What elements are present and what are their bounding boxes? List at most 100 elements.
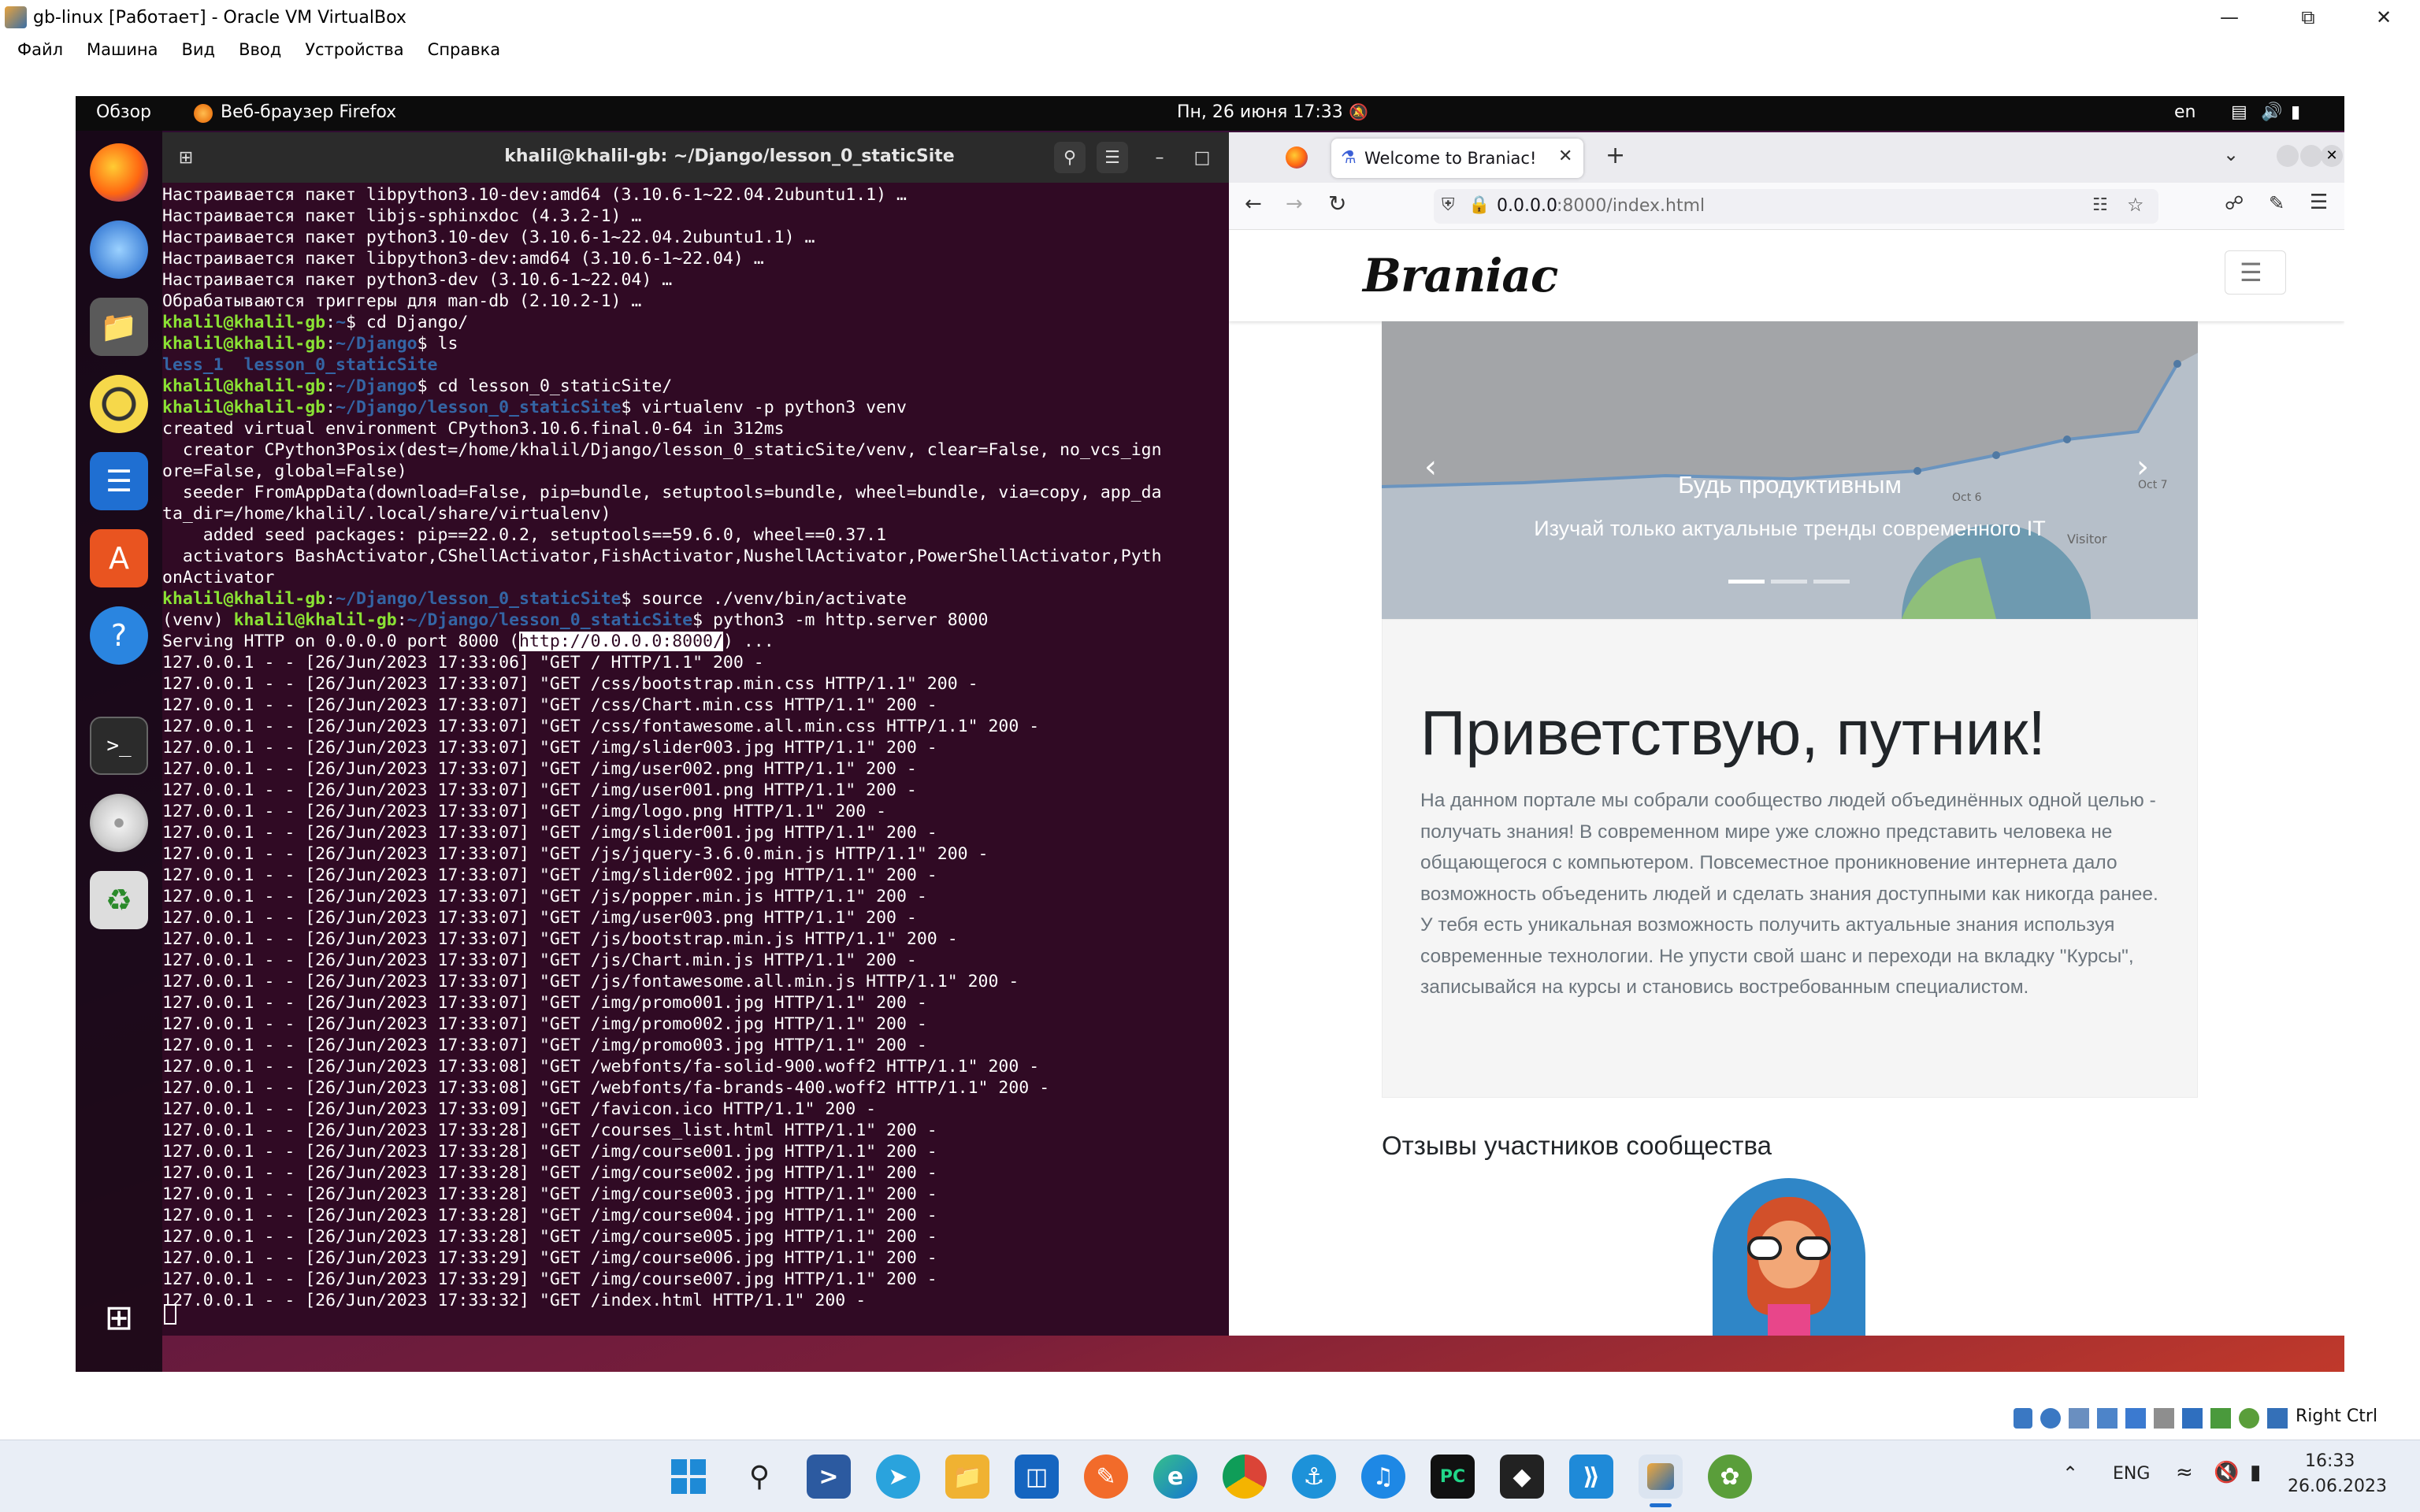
audio-icon[interactable]	[2069, 1408, 2089, 1429]
server-url-link[interactable]: http://0.0.0.0:8000/	[519, 632, 723, 651]
firefox-window[interactable]: ⚗ Welcome to Braniac! ✕ + ⌄ ✕ ← → ↻ ⛨ 🔒 …	[1229, 132, 2344, 1336]
extensions-icon[interactable]: ✎	[2269, 192, 2285, 214]
trello-icon[interactable]: ◫	[1015, 1455, 1059, 1499]
edge-icon[interactable]: e	[1153, 1455, 1197, 1499]
vbox-titlebar: gb-linux [Работает] - Oracle VM VirtualB…	[0, 0, 2420, 35]
guest-screen[interactable]: Обзор Веб-браузер Firefox Пн, 26 июня 17…	[76, 96, 2344, 1372]
menu-help[interactable]: Справка	[428, 40, 501, 59]
carousel[interactable]: Oct 6 Oct 7 Visitor ‹ › Будь продуктивны…	[1382, 321, 2198, 619]
search-icon[interactable]: ⚲	[1054, 142, 1086, 173]
terminal-icon[interactable]: >_	[90, 717, 148, 775]
app-menu-icon[interactable]: ☰	[2310, 191, 2328, 214]
list-tabs-icon[interactable]: ⌄	[2223, 143, 2239, 165]
app-menu[interactable]: Веб-браузер Firefox	[221, 102, 396, 122]
vscode-icon[interactable]: ⟫	[1569, 1455, 1613, 1499]
menu-input[interactable]: Ввод	[239, 40, 281, 59]
files-icon[interactable]: 📁	[90, 298, 148, 356]
hard-disk-icon[interactable]	[2014, 1408, 2032, 1429]
shield-icon[interactable]: ⛨	[1442, 195, 1455, 215]
network-icon[interactable]: ▤	[2231, 102, 2247, 122]
help-icon[interactable]: ?	[90, 606, 148, 665]
web-page[interactable]: Braniac ☰ Oct 6 Oct 7 Visitor ‹ › Будь п…	[1229, 230, 2344, 1336]
clock[interactable]: Пн, 26 июня 17:33	[1177, 102, 1343, 122]
chrome-icon[interactable]	[1223, 1455, 1267, 1499]
usb-icon[interactable]	[2125, 1408, 2146, 1429]
terminal-window[interactable]: ⊞ khalil@khalil-gb: ~/Django/lesson_0_st…	[162, 132, 1297, 1336]
taskbar-date[interactable]: 26.06.2023	[2288, 1477, 2387, 1496]
restore-button[interactable]: ⧉	[2272, 0, 2344, 35]
back-button[interactable]: ←	[1245, 192, 1262, 216]
shared-folders-icon[interactable]	[2154, 1408, 2174, 1429]
firefox-view-icon[interactable]	[1286, 146, 1308, 169]
terminal-text: Настраивается пакет libpython3-dev:amd64…	[162, 249, 764, 269]
cpu-icon[interactable]	[2239, 1408, 2259, 1429]
battery-icon[interactable]: ▮	[2250, 1461, 2261, 1484]
start-button[interactable]	[666, 1455, 711, 1499]
terminal-text: $ ls	[417, 334, 458, 354]
rhythmbox-icon[interactable]	[90, 375, 148, 433]
virtualbox-taskbar-icon[interactable]	[1639, 1455, 1683, 1499]
tab-braniac[interactable]: ⚗ Welcome to Braniac! ✕	[1331, 139, 1583, 178]
wifi-icon[interactable]: ≈	[2176, 1461, 2193, 1484]
carousel-indicator-2[interactable]	[1771, 580, 1807, 584]
navbar-toggler-button[interactable]: ☰	[2225, 250, 2286, 295]
network-adapter-icon[interactable]	[2097, 1408, 2118, 1429]
keyboard-layout[interactable]: en	[2174, 102, 2195, 122]
taskbar-time[interactable]: 16:33	[2305, 1451, 2355, 1471]
map-app-icon[interactable]: ✿	[1708, 1455, 1752, 1499]
reader-view-icon[interactable]: ☷	[2092, 195, 2108, 215]
app-center-icon[interactable]: A	[90, 529, 148, 587]
window-minimize-button[interactable]	[2277, 145, 2299, 167]
window-close-button[interactable]: ✕	[2321, 145, 2343, 167]
maximize-icon[interactable]: □	[1186, 142, 1218, 173]
recording-icon[interactable]	[2210, 1408, 2231, 1429]
mouse-integration-icon[interactable]	[2267, 1408, 2288, 1429]
terminal-output[interactable]: Настраивается пакет libpython3.10-dev:am…	[162, 183, 1297, 1336]
close-tab-icon[interactable]: ✕	[1558, 146, 1572, 166]
menu-devices[interactable]: Устройства	[305, 40, 403, 59]
powershell-icon[interactable]: >	[807, 1455, 851, 1499]
show-hidden-icons[interactable]: ⌃	[2062, 1462, 2078, 1484]
site-logo[interactable]: Braniac	[1363, 249, 1558, 302]
hamburger-menu-icon[interactable]: ☰	[1097, 142, 1128, 173]
battery-icon[interactable]: ▮	[2291, 102, 2300, 122]
terminal-line: onActivator	[162, 567, 274, 588]
carousel-indicator-1[interactable]	[1728, 580, 1765, 584]
language-indicator[interactable]: ENG	[2113, 1464, 2150, 1484]
firefox-icon[interactable]	[90, 143, 148, 202]
show-apps-icon[interactable]: ⊞	[90, 1288, 148, 1347]
libreoffice-writer-icon[interactable]: ☰	[90, 452, 148, 510]
forward-button[interactable]: →	[1286, 192, 1303, 216]
volume-icon[interactable]: 🔊	[2261, 102, 2282, 122]
menu-view[interactable]: Вид	[181, 40, 215, 59]
close-button[interactable]: ✕	[2348, 0, 2420, 35]
url-bar[interactable]: ⛨ 🔒 0.0.0.0 :8000/index.html ☷ ☆	[1434, 189, 2158, 224]
bookmark-star-icon[interactable]: ☆	[2127, 194, 2144, 216]
telegram-icon[interactable]: ➤	[876, 1455, 920, 1499]
do-not-disturb-icon[interactable]: 🔕	[1349, 102, 1368, 121]
window-maximize-button[interactable]	[2300, 145, 2322, 167]
trash-icon[interactable]: ♻	[90, 871, 148, 929]
carousel-indicator-3[interactable]	[1813, 580, 1850, 584]
optical-drive-icon[interactable]	[2040, 1408, 2061, 1429]
new-tab-button[interactable]: +	[1605, 142, 1625, 169]
search-icon[interactable]: ⚲	[737, 1455, 781, 1499]
pycharm-icon[interactable]: PC	[1431, 1455, 1475, 1499]
menu-file[interactable]: Файл	[17, 40, 63, 59]
menu-machine[interactable]: Машина	[87, 40, 158, 59]
sourcetree-icon[interactable]: ◆	[1500, 1455, 1544, 1499]
thunderbird-icon[interactable]	[90, 220, 148, 279]
activities-button[interactable]: Обзор	[96, 102, 151, 122]
display-icon[interactable]	[2182, 1408, 2203, 1429]
minimize-icon[interactable]: –	[1144, 142, 1175, 173]
file-explorer-icon[interactable]: 📁	[945, 1455, 989, 1499]
pocket-icon[interactable]: ☍	[2225, 192, 2244, 214]
lock-icon[interactable]: 🔒	[1468, 195, 1490, 215]
speaker-muted-icon[interactable]: 🔇	[2214, 1461, 2239, 1484]
reload-button[interactable]: ↻	[1328, 191, 1346, 217]
minimize-button[interactable]: —	[2193, 0, 2266, 35]
disc-icon[interactable]	[90, 794, 148, 852]
pen-app-icon[interactable]: ✎	[1084, 1455, 1128, 1499]
voice-app-icon[interactable]: ♫	[1361, 1455, 1405, 1499]
docker-icon[interactable]: ⚓	[1292, 1455, 1336, 1499]
